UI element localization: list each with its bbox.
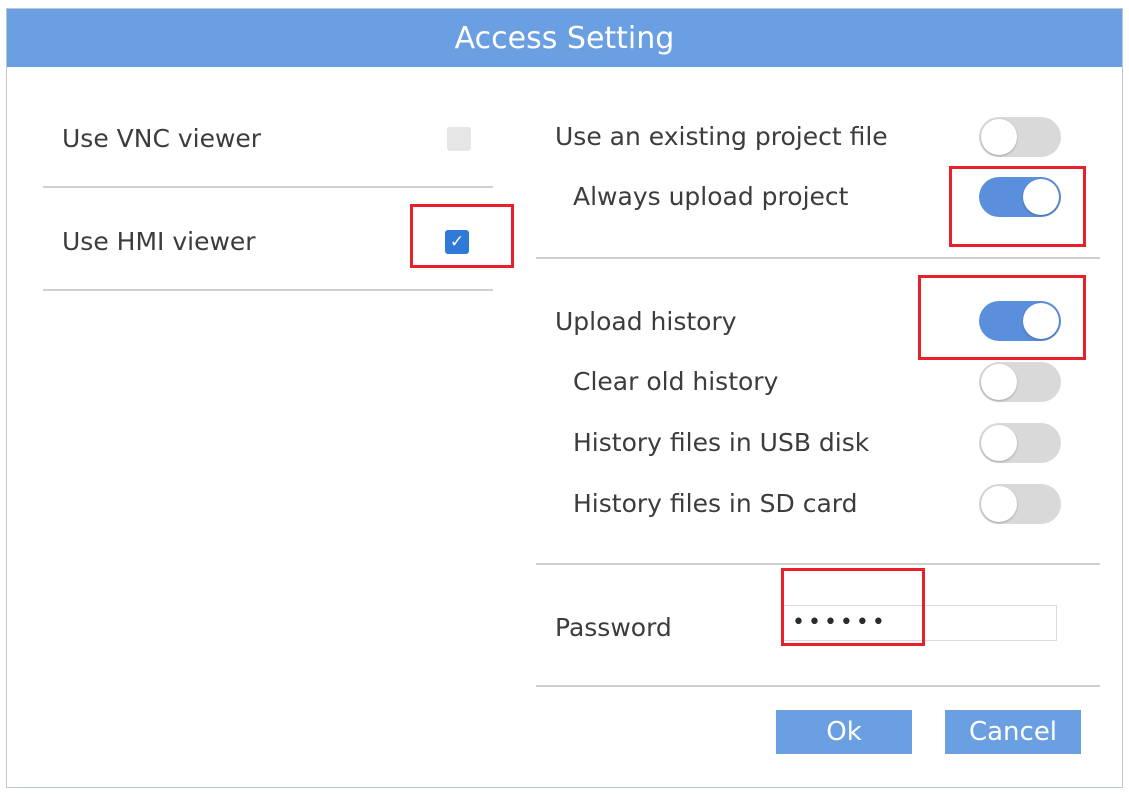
- clear-old-history-label: Clear old history: [573, 367, 779, 396]
- toggle-knob: [981, 119, 1017, 155]
- usb-history-toggle[interactable]: [979, 423, 1061, 463]
- highlight-box: [949, 166, 1086, 247]
- divider: [536, 563, 1100, 565]
- dialog-title: Access Setting: [7, 9, 1122, 67]
- vnc-viewer-label: Use VNC viewer: [62, 124, 262, 153]
- highlight-box: [410, 204, 514, 268]
- divider: [536, 257, 1100, 259]
- password-label: Password: [555, 613, 672, 642]
- toggle-knob: [981, 425, 1017, 461]
- always-upload-label: Always upload project: [573, 182, 849, 211]
- existing-project-label: Use an existing project file: [555, 122, 888, 151]
- divider: [43, 289, 493, 291]
- toggle-knob: [981, 364, 1017, 400]
- clear-old-history-toggle[interactable]: [979, 362, 1061, 402]
- sd-history-toggle[interactable]: [979, 484, 1061, 524]
- cancel-button[interactable]: Cancel: [945, 710, 1081, 754]
- hmi-viewer-label: Use HMI viewer: [62, 227, 256, 256]
- divider: [43, 186, 493, 188]
- ok-button[interactable]: Ok: [776, 710, 912, 754]
- access-setting-dialog: Access Setting Use VNC viewer Use HMI vi…: [6, 8, 1123, 788]
- usb-history-label: History files in USB disk: [573, 428, 870, 457]
- existing-project-toggle[interactable]: [979, 117, 1061, 157]
- divider: [536, 685, 1100, 687]
- upload-history-label: Upload history: [555, 307, 737, 336]
- highlight-box: [781, 568, 925, 646]
- vnc-viewer-checkbox[interactable]: [447, 127, 471, 151]
- sd-history-label: History files in SD card: [573, 489, 858, 518]
- highlight-box: [918, 275, 1086, 360]
- toggle-knob: [981, 486, 1017, 522]
